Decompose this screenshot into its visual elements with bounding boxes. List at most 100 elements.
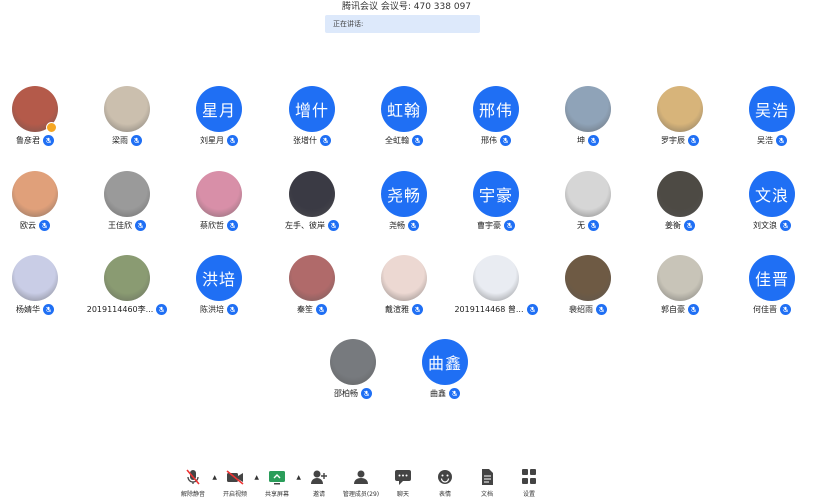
participant-tile[interactable]: 宇豪 曹宇豪 (451, 171, 541, 241)
muted-mic-icon (227, 219, 238, 231)
muted-mic-icon (684, 219, 695, 231)
share-screen-button[interactable]: 共享屏幕 ▲ (256, 466, 301, 502)
participant-tile[interactable]: 洪培陈洪培 (174, 255, 264, 325)
participant-tile[interactable]: 蔡欣哲 (174, 171, 264, 241)
start-video-label: 开启视频 (222, 491, 247, 498)
participant-name: 鲁彦君 (16, 135, 40, 145)
invite-button[interactable]: 邀请 (298, 466, 340, 502)
participant-name: 刘文浪 (753, 220, 777, 230)
muted-mic-icon (135, 219, 146, 231)
app-name: 腾讯会议 (341, 2, 378, 12)
speaking-label: 正在讲话: (333, 20, 364, 28)
participant-name: 陈洪培 (200, 304, 224, 314)
muted-mic-icon (776, 134, 787, 146)
avatar (104, 171, 150, 217)
participant-name: 何佳晋 (753, 304, 777, 314)
muted-mic-icon (39, 219, 50, 231)
meeting-toolbar: 解除静音 ▲ 开启视频 ▲ 共享屏幕 ▲ 邀请 管理成员(29) 聊天 表情 文… (172, 466, 562, 502)
manage-members-button[interactable]: 管理成员(29) (340, 466, 382, 502)
participant-name-row: 秦笙 (267, 302, 357, 316)
avatar (289, 255, 335, 301)
participant-tile[interactable]: 无 (543, 171, 633, 241)
muted-mic-icon (526, 303, 538, 315)
emoji-button[interactable]: 表情 (424, 466, 466, 502)
participant-tile[interactable]: 吴浩 吴浩 (727, 86, 813, 156)
avatar: 增什 (289, 86, 335, 132)
avatar: 曲鑫 (422, 339, 468, 385)
participant-name: 邵柏畅 (334, 388, 358, 398)
participant-name-row: 何佳晋 (727, 302, 813, 316)
docs-button[interactable]: 文档 (466, 466, 508, 502)
participant-tile[interactable]: 尧畅 尧畅 (359, 171, 449, 241)
participant-name-row: 梁雨 (82, 133, 172, 147)
document-icon (477, 468, 497, 486)
participant-name: 邢伟 (481, 135, 497, 145)
participant-name-row: 尧畅 (359, 218, 449, 232)
participant-name-row: 罗宇辰 (635, 133, 725, 147)
participant-tile[interactable]: 邵柏畅 (308, 339, 398, 409)
participant-tile[interactable]: 虹翰 全虹翰 (359, 86, 449, 156)
avatar: 邢伟 (473, 86, 519, 132)
participant-tile[interactable]: 星月 刘星月 (174, 86, 264, 156)
participant-name: 尧畅 (389, 220, 405, 230)
host-badge-icon (46, 122, 57, 133)
participant-tile[interactable]: 鲁彦君 (0, 86, 80, 156)
participant-name-row: 坤 (543, 133, 633, 147)
participant-tile[interactable]: 罗宇辰 (635, 86, 725, 156)
participant-tile[interactable]: 坤 (543, 86, 633, 156)
start-video-button[interactable]: 开启视频 ▲ (214, 466, 259, 502)
participant-name-row: 全虹翰 (359, 133, 449, 147)
settings-button[interactable]: 设置 (508, 466, 550, 502)
participant-tile[interactable]: 增什张增什 (267, 86, 357, 156)
participant-tile[interactable]: 秦笙 (267, 255, 357, 325)
meeting-id: 470 338 097 (413, 2, 472, 12)
grid-settings-icon (519, 468, 539, 486)
participant-tile[interactable]: 王佳欣 (82, 171, 172, 241)
unmute-button[interactable]: 解除静音 ▲ (172, 466, 217, 502)
chat-button[interactable]: 聊天 (382, 466, 424, 502)
participant-tile[interactable]: 裴绍雨 (543, 255, 633, 325)
avatar (565, 171, 611, 217)
members-icon (351, 468, 371, 486)
participant-tile[interactable]: 杨婧华 (0, 255, 80, 325)
participant-name: 王佳欣 (108, 220, 132, 230)
participant-tile[interactable]: 邢伟 邢伟 (451, 86, 541, 156)
manage-members-label: 管理成员(29) (342, 491, 380, 498)
avatar: 佳晋 (749, 255, 795, 301)
participant-name: 张增什 (293, 135, 317, 145)
participant-name-row: 姜衡 (635, 218, 725, 232)
participant-tile[interactable]: 姜衡 (635, 171, 725, 241)
docs-label: 文档 (480, 491, 493, 498)
participant-name: 梁雨 (112, 135, 128, 145)
avatar (657, 255, 703, 301)
participant-name-row: 无 (543, 218, 633, 232)
participant-tile[interactable]: 郭自豪 (635, 255, 725, 325)
participant-name: 裴绍雨 (569, 304, 593, 314)
muted-mic-icon (504, 219, 515, 231)
participant-tile[interactable]: 左手、彼岸 (267, 171, 357, 241)
participant-tile[interactable]: 2019114468 曾... (451, 255, 541, 325)
participant-name: 无 (577, 220, 585, 230)
participant-tile[interactable]: 欧云 (0, 171, 80, 241)
chat-icon (393, 468, 413, 486)
avatar: 洪培 (196, 255, 242, 301)
muted-mic-icon (227, 303, 238, 315)
participant-tile[interactable]: 文浪 刘文浪 (727, 171, 813, 241)
participant-tile[interactable]: 戴渲雅 (359, 255, 449, 325)
participant-tile[interactable]: 曲鑫 曲鑫 (400, 339, 490, 409)
participant-name-row: 曲鑫 (400, 386, 490, 400)
muted-mic-icon (43, 303, 54, 315)
participant-tile[interactable]: 佳晋何佳晋 (727, 255, 813, 325)
participant-tile[interactable]: 2019114460李... (82, 255, 172, 325)
participant-name: 2019114468 曾... (454, 304, 524, 314)
participant-name: 欧云 (20, 220, 36, 230)
muted-mic-icon (408, 219, 419, 231)
muted-mic-icon (449, 387, 460, 399)
invite-label: 邀请 (312, 491, 325, 498)
participant-name: 左手、彼岸 (285, 220, 325, 230)
participant-name: 曹宇豪 (477, 220, 501, 230)
avatar: 尧畅 (381, 171, 427, 217)
avatar (196, 171, 242, 217)
participant-tile[interactable]: 梁雨 (82, 86, 172, 156)
muted-mic-icon (588, 134, 599, 146)
